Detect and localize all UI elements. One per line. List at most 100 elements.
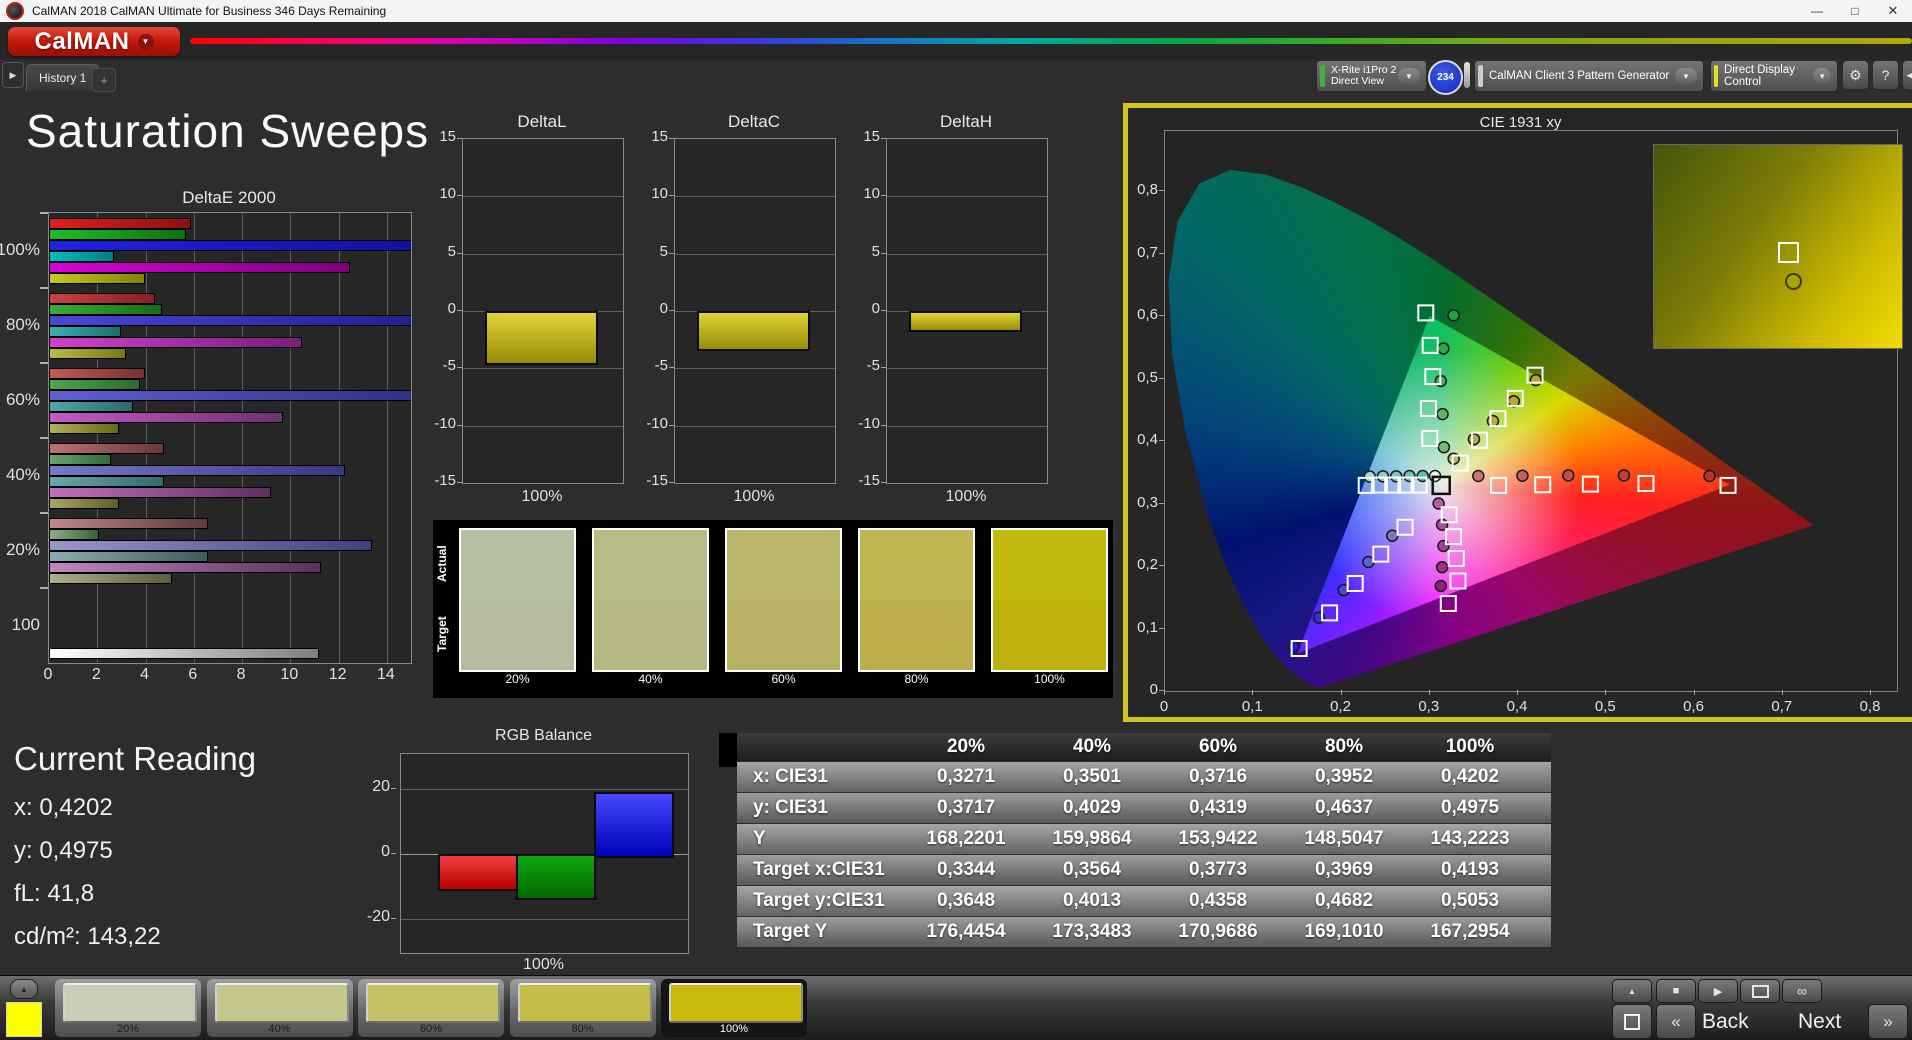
pattern-swatch-40%[interactable]: 40% xyxy=(206,979,353,1037)
close-icon[interactable]: ✕ xyxy=(1874,0,1912,22)
delta-bar xyxy=(697,311,810,351)
add-tab-button[interactable]: + xyxy=(92,68,116,92)
current-reading-heading: Current Reading xyxy=(14,740,257,777)
cie-y-tick xyxy=(1159,252,1164,254)
y-tick xyxy=(457,195,462,197)
app-icon xyxy=(6,2,24,20)
chevron-left-icon: « xyxy=(1671,1011,1681,1031)
pattern-swatch-20%[interactable]: 20% xyxy=(55,979,201,1037)
meter-count-badge[interactable]: 234 xyxy=(1428,60,1463,95)
target-swatch xyxy=(860,600,973,670)
collapse-panel-button[interactable]: ◀ xyxy=(1902,60,1912,90)
cie-x-tick xyxy=(1428,690,1430,695)
play-button[interactable]: ▶ xyxy=(1698,979,1738,1003)
swatch-column-label: 100% xyxy=(1034,672,1065,686)
deltae-bar xyxy=(49,529,100,540)
x-tick-label: 10 xyxy=(280,666,299,683)
help-button[interactable]: ? xyxy=(1872,60,1899,90)
rgb-balance-x-label: 100% xyxy=(523,956,564,973)
pattern-swatch-80%[interactable]: 80% xyxy=(509,979,656,1037)
prev-layout-button[interactable]: « xyxy=(1656,1004,1696,1039)
table-row-label: x: CIE31 xyxy=(753,766,828,787)
cie-measured-marker xyxy=(1486,414,1500,428)
target-swatch xyxy=(727,600,840,670)
pattern-window-up-button[interactable]: ▲ xyxy=(1612,979,1652,1003)
y-tick-label: 5 xyxy=(659,242,668,260)
y-tick xyxy=(40,212,48,214)
deltae-bar xyxy=(49,476,165,487)
cie-chart-title: CIE 1931 xy xyxy=(1479,114,1562,131)
cie-x-tick xyxy=(1870,690,1871,695)
display-capture-button[interactable] xyxy=(1740,979,1780,1003)
table-cell: 0,4975 xyxy=(1440,797,1500,818)
calman-logo: CalMAN xyxy=(34,27,130,55)
continuous-measure-button[interactable]: ∞ xyxy=(1782,979,1822,1003)
table-cell: 168,2201 xyxy=(926,828,1006,849)
table-cell: 143,2223 xyxy=(1430,828,1510,849)
gridline xyxy=(463,196,623,198)
settings-button[interactable]: ⚙ xyxy=(1842,60,1869,90)
actual-row-label: Actual xyxy=(435,545,449,583)
table-cell: 0,3648 xyxy=(936,890,996,911)
meter-dropdown[interactable]: X-Rite i1Pro 2 Direct View ▼ xyxy=(1316,60,1427,92)
deltae-bar xyxy=(49,551,208,562)
gridline xyxy=(463,425,623,427)
gridline xyxy=(675,196,835,198)
y-tick xyxy=(881,195,886,197)
cie-x-tick-label: 0,1 xyxy=(1241,698,1263,715)
y-tick-label: 10 xyxy=(651,185,668,203)
calman-menu-button[interactable]: CalMAN ▼ xyxy=(8,27,180,56)
gridline xyxy=(675,253,835,255)
next-layout-button[interactable]: » xyxy=(1868,1004,1908,1039)
table-header-cell: 80% xyxy=(1324,736,1364,757)
window-title: CalMAN 2018 CalMAN Ultimate for Business… xyxy=(32,4,387,18)
gridline xyxy=(887,368,1047,370)
delta-bar xyxy=(909,311,1022,333)
y-tick xyxy=(40,287,48,289)
deltae-chart-title: DeltaE 2000 xyxy=(182,188,276,207)
pattern-popup-button[interactable]: ▲ xyxy=(10,979,38,999)
back-button[interactable]: Back xyxy=(1702,1010,1749,1034)
maximize-icon[interactable]: □ xyxy=(1836,0,1874,22)
reading-fl: fL: 41,8 xyxy=(14,880,95,907)
stop-button[interactable]: ■ xyxy=(1656,979,1696,1003)
display-control-dropdown[interactable]: Direct Display Control ▼ xyxy=(1710,60,1838,92)
deltae-group-label: 100% xyxy=(0,239,40,259)
swatch-label: 40% xyxy=(268,1023,291,1035)
chevron-down-icon: ▼ xyxy=(1398,68,1420,84)
tab-scroll-button[interactable]: ▶ xyxy=(2,62,24,88)
toolbar-separator xyxy=(1464,62,1470,88)
table-cell: 176,4454 xyxy=(926,921,1006,942)
delta-x-label: 100% xyxy=(945,488,987,505)
y-tick-label: 15 xyxy=(651,128,668,145)
table-cell: 0,5053 xyxy=(1440,890,1500,911)
table-row-label: y: CIE31 xyxy=(753,797,828,818)
play-icon: ▶ xyxy=(1713,985,1723,998)
gridline xyxy=(401,919,688,920)
cie-y-tick-label: 0,4 xyxy=(1137,431,1158,448)
table-row: Target x:CIE31 0,3344 0,3564 0,3773 0,3969 0,… xyxy=(737,855,1551,885)
table-row-label: Target y:CIE31 xyxy=(753,890,885,911)
minimize-icon[interactable]: — xyxy=(1798,0,1836,22)
pattern-generator-dropdown[interactable]: CalMAN Client 3 Pattern Generator ▼ xyxy=(1474,60,1704,92)
tab-history-1[interactable]: History 1 xyxy=(26,64,100,91)
cie-measured-marker xyxy=(1434,579,1448,593)
swatch-column xyxy=(991,528,1108,672)
cie-measured-marker xyxy=(1437,342,1450,355)
cie-x-tick xyxy=(1781,690,1783,695)
pattern-swatch-100%[interactable]: 100% xyxy=(661,979,807,1037)
next-button[interactable]: Next xyxy=(1798,1010,1841,1034)
y-tick xyxy=(40,512,48,514)
pattern-swatch-60%[interactable]: 60% xyxy=(358,979,504,1037)
pattern-window-button[interactable] xyxy=(1612,1004,1652,1039)
chevron-down-icon: ▼ xyxy=(1813,68,1831,84)
deltae-group-label: 40% xyxy=(5,464,40,484)
table-row-label: Y xyxy=(753,828,766,849)
deltae-bar xyxy=(49,218,191,229)
y-tick-label: -15 xyxy=(434,472,456,489)
deltae-bar xyxy=(49,251,114,262)
cie-x-tick-label: 0,3 xyxy=(1418,698,1440,715)
current-pattern-preview xyxy=(6,1002,42,1037)
cie-x-tick xyxy=(1340,690,1342,695)
swatch-label: 80% xyxy=(571,1023,594,1035)
